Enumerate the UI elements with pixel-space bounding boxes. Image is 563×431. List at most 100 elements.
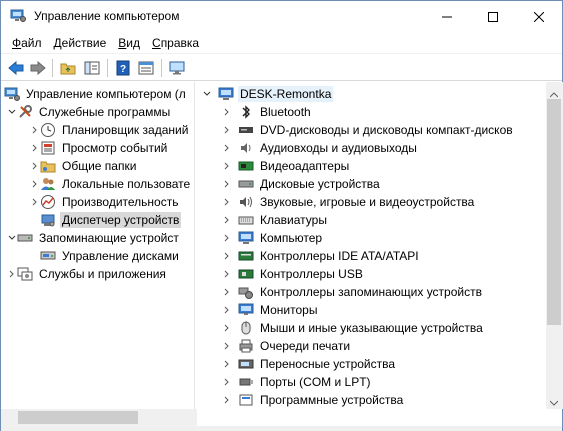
device-category-row[interactable]: Звуковые, игровые и видеоустройства [221, 193, 476, 211]
menu-action[interactable]: Действие [49, 36, 112, 50]
scroll-down-icon[interactable] [549, 395, 559, 409]
device-category-row[interactable]: Клавиатуры [221, 211, 329, 229]
chevron-right-icon[interactable] [221, 211, 232, 229]
chevron-right-icon[interactable] [29, 193, 40, 211]
tree-item-label: Локальные пользовате [62, 177, 191, 191]
device-category-row[interactable]: Очереди печати [221, 337, 352, 355]
maximize-button[interactable] [470, 1, 516, 32]
tree-root-computer-management[interactable]: Управление компьютером (л [4, 85, 188, 103]
device-category-row[interactable]: DVD-дисководы и дисководы компакт-дисков [221, 121, 515, 139]
tree-item-task-scheduler[interactable]: Планировщик заданий [29, 121, 190, 139]
title-bar[interactable]: Управление компьютером [1, 1, 562, 32]
device-category-row[interactable]: Видеоадаптеры [221, 157, 351, 175]
chevron-right-icon[interactable] [221, 103, 232, 121]
tree-item-label: Производительность [62, 195, 179, 209]
chevron-right-icon[interactable] [221, 229, 232, 247]
chevron-down-icon[interactable] [6, 103, 17, 121]
chevron-right-icon[interactable] [221, 337, 232, 355]
chevron-right-icon[interactable] [29, 175, 40, 193]
minimize-button[interactable] [424, 1, 470, 32]
chevron-right-icon[interactable] [221, 355, 232, 373]
menu-bar: Файл Действие Вид Справка [1, 32, 562, 53]
device-tree-root-label: DESK-Remontka [238, 86, 334, 102]
chevron-right-icon[interactable] [221, 139, 232, 157]
back-button[interactable] [5, 57, 27, 79]
chevron-right-icon[interactable] [29, 121, 40, 139]
properties-button[interactable] [135, 57, 157, 79]
tree-item-shared-folders[interactable]: Общие папки [29, 157, 138, 175]
tree-item-performance[interactable]: Производительность [29, 193, 180, 211]
chevron-down-icon[interactable] [6, 229, 17, 247]
menu-file[interactable]: Файл [7, 36, 47, 50]
device-category-row[interactable]: Bluetooth [221, 103, 313, 121]
toolbar: ? [1, 53, 562, 81]
tree-item-local-users[interactable]: Локальные пользовате [29, 175, 192, 193]
scroll-thumb[interactable] [18, 411, 138, 424]
device-category-row[interactable]: Контроллеры USB [221, 265, 365, 283]
chevron-right-icon[interactable] [221, 301, 232, 319]
toolbar-separator [161, 59, 162, 77]
software-device-icon [238, 392, 254, 408]
chevron-right-icon[interactable] [221, 121, 232, 139]
close-button[interactable] [516, 1, 562, 32]
menu-help[interactable]: Справка [147, 36, 204, 50]
chevron-right-icon[interactable] [221, 175, 232, 193]
device-category-row[interactable]: Переносные устройства [221, 355, 397, 373]
horizontal-scrollbar[interactable] [1, 409, 197, 426]
sound-icon [238, 194, 254, 210]
chevron-right-icon[interactable] [221, 283, 232, 301]
device-category-row[interactable]: Контроллеры запоминающих устройств [221, 283, 484, 301]
chevron-right-icon[interactable] [221, 193, 232, 211]
device-category-row[interactable]: Аудиовходы и аудиовыходы [221, 139, 419, 157]
tree-item-services-apps[interactable]: Службы и приложения [6, 265, 168, 283]
chevron-right-icon[interactable] [6, 265, 17, 283]
forward-button[interactable] [27, 57, 49, 79]
chevron-right-icon[interactable] [221, 265, 232, 283]
folder-up-icon [60, 63, 76, 75]
chevron-right-icon[interactable] [221, 247, 232, 265]
vertical-scrollbar[interactable] [546, 82, 563, 409]
tree-item-system-tools[interactable]: Служебные программы [6, 103, 172, 121]
tools-icon [17, 104, 33, 120]
tree-item-event-viewer[interactable]: Просмотр событий [29, 139, 169, 157]
computer-management-icon [4, 86, 20, 102]
device-category-row[interactable]: Контроллеры IDE ATA/ATAPI [221, 247, 421, 265]
tree-item-storage[interactable]: Запоминающие устройст [6, 229, 181, 247]
tree-item-disk-management[interactable]: Управление дисками [40, 247, 181, 265]
computer-button[interactable] [166, 57, 188, 79]
device-category-row[interactable]: Мыши и иные указывающие устройства [221, 319, 485, 337]
computer-management-window: Управление компьютером Файл Действие Вид… [0, 0, 563, 431]
port-icon [238, 374, 254, 390]
chevron-right-icon[interactable] [221, 391, 232, 409]
menu-action-label: ействие [61, 35, 107, 50]
show-hide-console-tree-button[interactable] [81, 57, 103, 79]
scroll-thumb[interactable] [547, 99, 561, 325]
keyboard-icon [238, 212, 254, 228]
chevron-down-icon[interactable] [201, 85, 212, 103]
device-category-row[interactable]: Порты (COM и LPT) [221, 373, 373, 391]
device-category-row[interactable]: Программные устройства [221, 391, 405, 409]
chevron-right-icon[interactable] [221, 373, 232, 391]
chevron-right-icon[interactable] [221, 157, 232, 175]
chevron-right-icon[interactable] [29, 157, 40, 175]
chevron-right-icon[interactable] [29, 139, 40, 157]
device-category-row[interactable]: Компьютер [221, 229, 324, 247]
tree-item-label: Диспетчер устройств [60, 212, 182, 228]
video-adapter-icon [238, 158, 254, 174]
bluetooth-icon [238, 104, 254, 120]
monitor-icon [238, 302, 254, 318]
up-one-level-button[interactable] [57, 57, 79, 79]
chevron-right-icon[interactable] [221, 319, 232, 337]
menu-view[interactable]: Вид [113, 36, 145, 50]
tree-item-device-manager[interactable]: Диспетчер устройств [40, 211, 182, 229]
help-button[interactable]: ? [112, 57, 134, 79]
device-category-row[interactable]: Мониторы [221, 301, 319, 319]
device-category-label: Программные устройства [260, 393, 404, 407]
print-queue-icon [238, 338, 254, 354]
menu-action-hotkey: Д [53, 35, 62, 50]
device-tree-root[interactable]: DESK-Remontka [201, 85, 334, 103]
shared-folder-icon [40, 158, 56, 174]
device-category-label: Переносные устройства [260, 357, 396, 371]
computer-icon [238, 230, 254, 246]
device-category-row[interactable]: Дисковые устройства [221, 175, 382, 193]
